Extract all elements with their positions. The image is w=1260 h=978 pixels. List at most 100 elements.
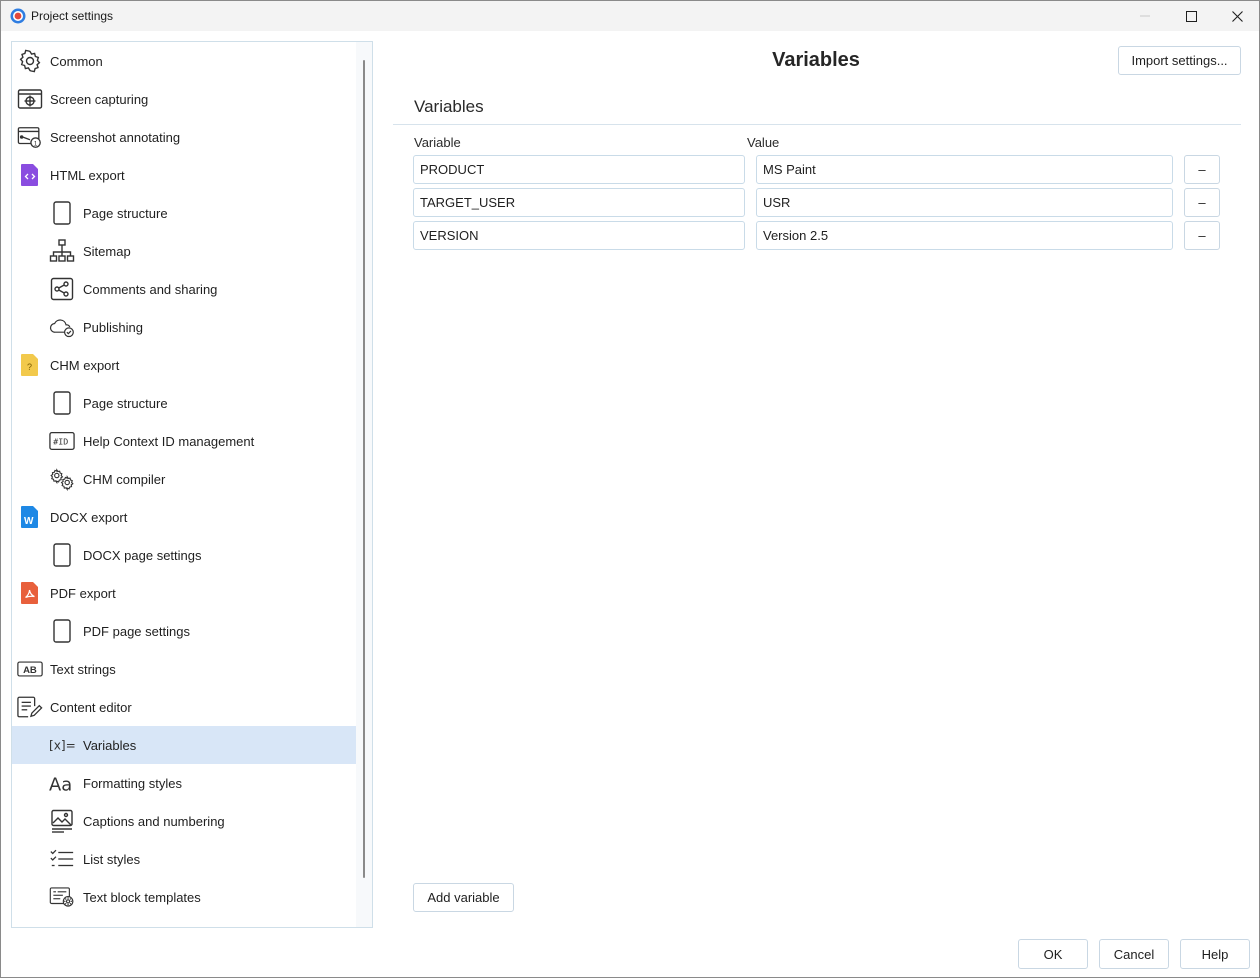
variable-name-input[interactable]: VERSION (413, 221, 745, 250)
page-icon (49, 201, 75, 225)
nav-item-chm-compiler[interactable]: CHM compiler (12, 460, 356, 498)
nav-item-label: DOCX page settings (83, 548, 202, 563)
nav-item-label: PDF export (50, 586, 116, 601)
nav-item-captions-numbering[interactable]: Captions and numbering (12, 802, 356, 840)
page-icon (49, 619, 75, 643)
app-logo-icon (10, 8, 26, 24)
gears-icon (49, 467, 75, 491)
nav-item-publishing[interactable]: Publishing (12, 308, 356, 346)
nav-item-label: Text strings (50, 662, 116, 677)
font-style-icon: Aa (49, 771, 75, 795)
svg-text:[x]=: [x]= (49, 738, 75, 752)
nav-item-label: Publishing (83, 320, 143, 335)
help-button[interactable]: Help (1180, 939, 1250, 969)
variable-icon: [x]= (49, 733, 75, 757)
nav-item-pdf-page-settings[interactable]: PDF page settings (12, 612, 356, 650)
id-tag-icon: #ID (49, 429, 75, 453)
nav-item-label: Sitemap (83, 244, 131, 259)
nav-item-screenshot-annotating[interactable]: 1 Screenshot annotating (12, 118, 356, 156)
sidebar-scrollbar[interactable] (363, 60, 367, 878)
nav-item-chm-page-structure[interactable]: Page structure (12, 384, 356, 422)
variables-page: Variables Import settings... Variables V… (373, 31, 1259, 977)
page-icon (49, 543, 75, 567)
nav-item-variables[interactable]: [x]= Variables (12, 726, 356, 764)
nav-item-html-page-structure[interactable]: Page structure (12, 194, 356, 232)
page-icon (49, 391, 75, 415)
nav-item-label: DOCX export (50, 510, 128, 525)
nav-item-label: Common (50, 54, 103, 69)
svg-text:AB: AB (23, 665, 37, 676)
nav-item-content-editor[interactable]: Content editor (12, 688, 356, 726)
nav-item-label: Comments and sharing (83, 282, 218, 297)
chm-file-icon: ? (17, 353, 43, 377)
remove-variable-button[interactable]: – (1184, 221, 1220, 250)
variable-name-input[interactable]: PRODUCT (413, 155, 745, 184)
screenshot-annotate-icon: 1 (17, 125, 43, 149)
close-icon (1231, 10, 1243, 22)
add-variable-button[interactable]: Add variable (413, 883, 514, 912)
value-column-header: Value (747, 135, 780, 150)
cancel-button[interactable]: Cancel (1099, 939, 1169, 969)
ab-box-icon: AB (17, 657, 43, 681)
nav-item-sitemap[interactable]: Sitemap (12, 232, 356, 270)
section-title: Variables (414, 97, 484, 116)
image-caption-icon (49, 809, 75, 833)
import-settings-button[interactable]: Import settings... (1118, 46, 1241, 75)
docx-file-icon: W (17, 505, 43, 529)
nav-item-label: Content editor (50, 700, 132, 715)
close-button[interactable] (1214, 1, 1260, 31)
nav-item-list-styles[interactable]: List styles (12, 840, 356, 878)
nav-item-label: PDF page settings (83, 624, 190, 639)
pdf-file-icon (17, 581, 43, 605)
svg-text:?: ? (27, 362, 32, 372)
sitemap-icon (49, 239, 75, 263)
nav-item-chm-export[interactable]: ? CHM export (12, 346, 356, 384)
screen-capture-icon (17, 87, 43, 111)
nav-item-docx-export[interactable]: W DOCX export (12, 498, 356, 536)
maximize-button[interactable] (1168, 1, 1214, 31)
gear-icon (17, 49, 43, 73)
nav-item-label: HTML export (50, 168, 125, 183)
nav-item-common[interactable]: Common (12, 42, 356, 80)
nav-item-label: Formatting styles (83, 776, 182, 791)
nav-item-label: Captions and numbering (83, 814, 225, 829)
nav-item-label: Page structure (83, 206, 168, 221)
variable-column-header: Variable (414, 135, 461, 150)
nav-item-comments-sharing[interactable]: Comments and sharing (12, 270, 356, 308)
nav-item-label: Variables (83, 738, 137, 753)
minimize-icon (1140, 15, 1150, 17)
svg-text:W: W (24, 516, 34, 527)
nav-item-label: Screenshot annotating (50, 130, 181, 145)
nav-item-label: CHM export (50, 358, 120, 373)
svg-text:1: 1 (34, 140, 38, 147)
nav-item-docx-page-settings[interactable]: DOCX page settings (12, 536, 356, 574)
settings-nav-panel: Common Screen capturing 1 Screenshot ann… (11, 41, 373, 928)
nav-item-screen-capturing[interactable]: Screen capturing (12, 80, 356, 118)
window-title: Project settings (31, 9, 114, 23)
nav-item-html-export[interactable]: HTML export (12, 156, 356, 194)
checklist-icon (49, 847, 75, 871)
variable-value-input[interactable]: MS Paint (756, 155, 1173, 184)
nav-item-label: Text block templates (83, 890, 201, 905)
nav-item-text-strings[interactable]: AB Text strings (12, 650, 356, 688)
minimize-button[interactable] (1122, 1, 1168, 31)
nav-item-text-block-templates[interactable]: Text block templates (12, 878, 356, 916)
nav-item-pdf-export[interactable]: PDF export (12, 574, 356, 612)
nav-item-label: Page structure (83, 396, 168, 411)
variable-name-input[interactable]: TARGET_USER (413, 188, 745, 217)
nav-item-label: CHM compiler (83, 472, 166, 487)
variable-value-input[interactable]: Version 2.5 (756, 221, 1173, 250)
remove-variable-button[interactable]: – (1184, 188, 1220, 217)
remove-variable-button[interactable]: – (1184, 155, 1220, 184)
project-settings-window: Project settings Common Screen capturing… (0, 0, 1260, 978)
html-file-icon (17, 163, 43, 187)
ok-button[interactable]: OK (1018, 939, 1088, 969)
svg-text:Aa: Aa (49, 774, 72, 795)
scrollbar-thumb[interactable] (363, 60, 365, 878)
nav-item-label: Screen capturing (50, 92, 149, 107)
nav-item-formatting-styles[interactable]: Aa Formatting styles (12, 764, 356, 802)
edit-document-icon (17, 695, 43, 719)
nav-item-help-context-id[interactable]: #ID Help Context ID management (12, 422, 356, 460)
section-divider (393, 124, 1241, 125)
variable-value-input[interactable]: USR (756, 188, 1173, 217)
